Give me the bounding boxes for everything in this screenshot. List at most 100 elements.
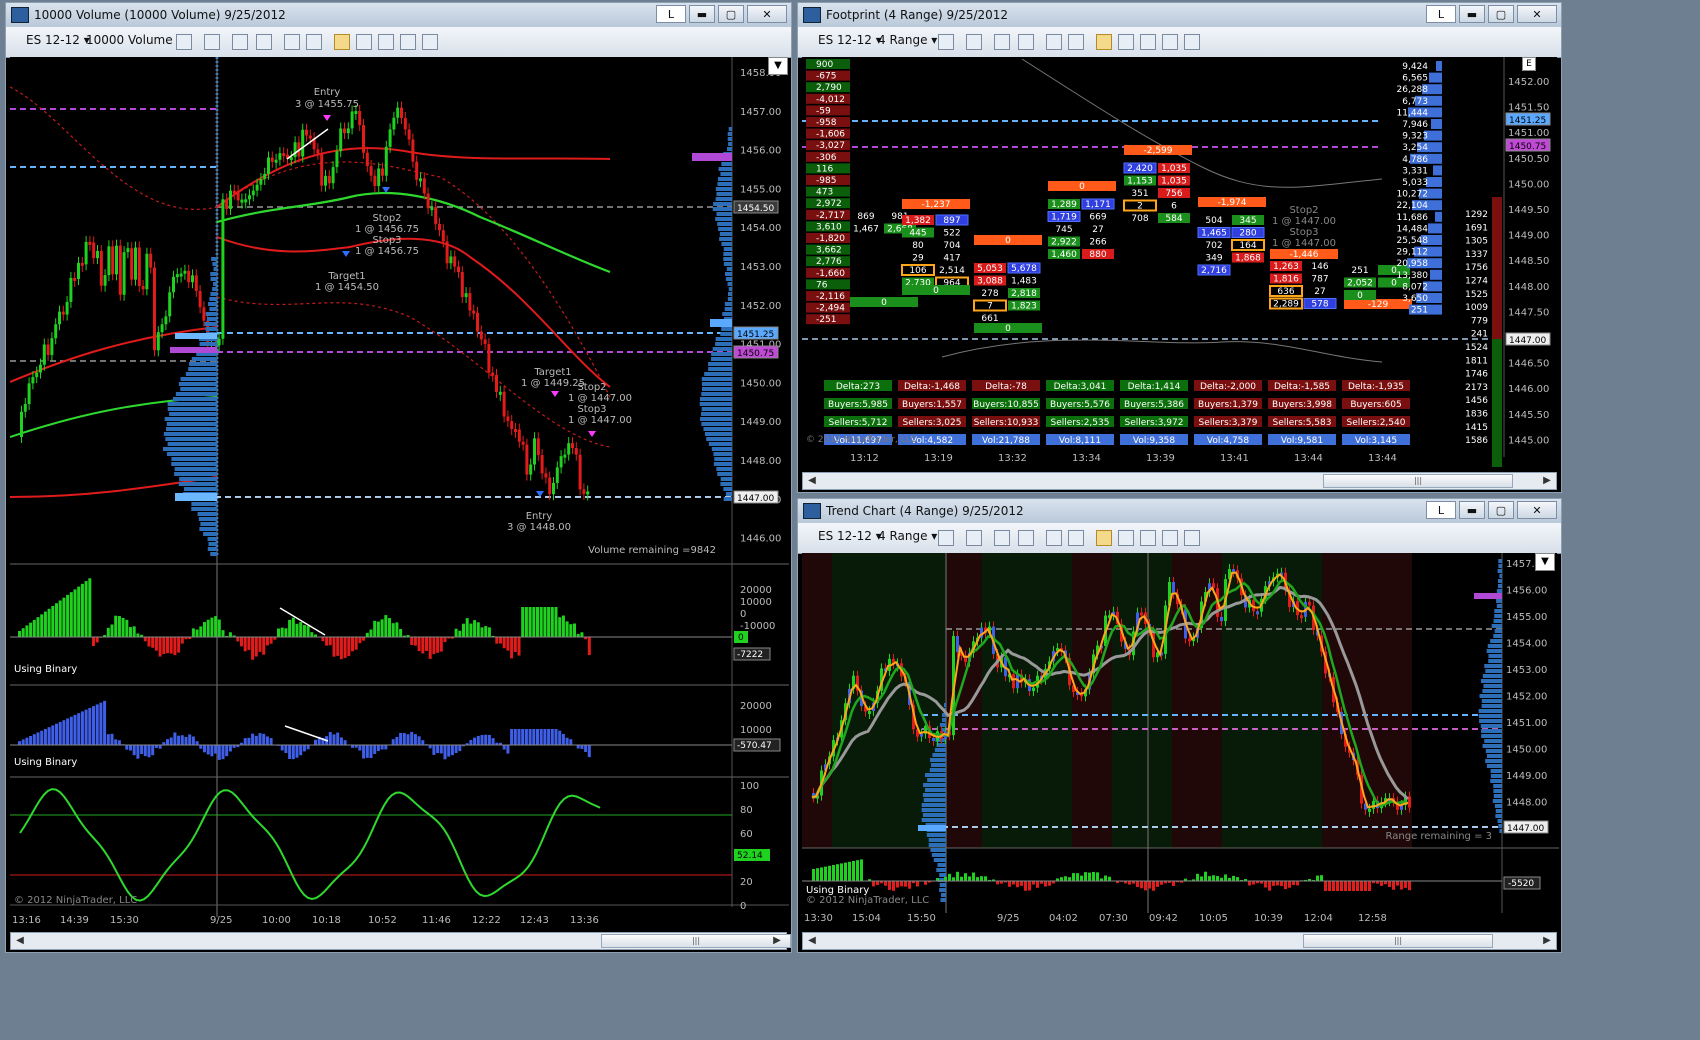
trend-zone <box>1112 553 1172 848</box>
eraser-icon[interactable] <box>1018 34 1034 50</box>
delta-bar <box>1344 881 1347 891</box>
indicator-icon[interactable] <box>334 34 350 50</box>
left-delta-value: -3,027 <box>816 141 845 151</box>
candle-body <box>305 129 308 136</box>
indicator-icon[interactable] <box>1096 34 1112 50</box>
chevron-down-icon[interactable]: ▼ <box>768 57 788 75</box>
minimize-icon[interactable]: ▬ <box>689 5 715 23</box>
pencil-icon[interactable] <box>204 34 220 50</box>
chart-trader-icon[interactable] <box>1184 530 1200 546</box>
pencil-icon[interactable] <box>966 34 982 50</box>
scroll-right-icon[interactable]: ▶ <box>770 934 784 948</box>
strategy-icon[interactable] <box>1118 34 1134 50</box>
bar-type-icon[interactable] <box>176 34 192 50</box>
scroll-right-icon[interactable]: ▶ <box>1540 474 1554 488</box>
chart-trader-icon[interactable] <box>1184 34 1200 50</box>
scroll-left-icon[interactable]: ◀ <box>805 934 819 948</box>
strategy-icon[interactable] <box>1118 530 1134 546</box>
chart-menu-icon[interactable]: E <box>1522 57 1536 71</box>
cum-delta-bar <box>295 745 299 758</box>
minimize-icon[interactable]: ▬ <box>1459 5 1485 23</box>
maximize-icon[interactable]: ▢ <box>1488 501 1514 519</box>
scroll-thumb[interactable]: ||| <box>1323 474 1513 488</box>
oscillator-line <box>19 788 601 902</box>
trend-panel[interactable]: 1457.00 1456.00 1455.00 1454.00 1453.00 1452.… <box>802 553 1559 932</box>
volume-column: 1292 1691 1305 1337 1756 1274 1525 1009 779 241 15… <box>1465 197 1502 467</box>
footprint-panel[interactable]: 900 -675 2,790 -4,012 -59 -958 -1,606 -3,027 -30… <box>802 57 1557 472</box>
candle-body <box>574 448 578 455</box>
scroll-left-icon[interactable]: ◀ <box>13 934 27 948</box>
indicator-icon[interactable] <box>1096 530 1112 546</box>
volume-chart-canvas[interactable]: Entry 3 @ 1455.75 Stop2 1 @ 1456.75 Stop… <box>9 57 789 932</box>
candle-body <box>932 738 935 742</box>
zoom-icon[interactable] <box>306 34 322 50</box>
eraser-icon[interactable] <box>1018 530 1034 546</box>
delta-bar <box>1284 881 1287 890</box>
footprint-canvas[interactable]: 900 -6752,790 -4,012-59 -958 -1,606-3,027 -30… <box>802 57 1559 472</box>
link-button[interactable]: L <box>656 5 686 23</box>
crosshair-icon[interactable] <box>1046 530 1062 546</box>
chart-properties-icon[interactable] <box>1140 530 1156 546</box>
zoom-icon[interactable] <box>1068 34 1084 50</box>
close-icon[interactable]: ✕ <box>1517 501 1557 519</box>
scroll-thumb[interactable]: ||| <box>1303 934 1493 948</box>
scroll-thumb[interactable]: ||| <box>601 934 791 948</box>
drawing-tool-icon[interactable] <box>994 530 1010 546</box>
candle-body <box>1032 687 1035 692</box>
maximize-icon[interactable]: ▢ <box>1488 5 1514 23</box>
data-box-icon[interactable] <box>1162 530 1178 546</box>
horizontal-scrollbar[interactable]: ◀ ||| ▶ <box>10 932 791 950</box>
period-selector[interactable]: 10000 Volume ▾ <box>86 33 182 47</box>
window-titlebar[interactable]: Trend Chart (4 Range) 9/25/2012 L ▬ ▢ ✕ <box>798 499 1561 523</box>
pencil-icon[interactable] <box>966 530 982 546</box>
chart-properties-icon[interactable] <box>378 34 394 50</box>
chart-trader-icon[interactable] <box>422 34 438 50</box>
data-box-icon[interactable] <box>400 34 416 50</box>
candle-body <box>498 391 502 395</box>
footprint-value: 1,035 <box>1161 164 1187 174</box>
crosshair-icon[interactable] <box>1046 34 1062 50</box>
horizontal-scrollbar[interactable]: ◀ ||| ▶ <box>802 472 1557 490</box>
eraser-icon[interactable] <box>256 34 272 50</box>
horizontal-scrollbar[interactable]: ◀ ||| ▶ <box>802 932 1557 950</box>
drawing-tool-icon[interactable] <box>994 34 1010 50</box>
delta-bar <box>554 607 558 637</box>
zoom-icon[interactable] <box>1068 530 1084 546</box>
window-titlebar[interactable]: 10000 Volume (10000 Volume) 9/25/2012 L … <box>6 3 791 27</box>
crosshair-icon[interactable] <box>284 34 300 50</box>
footprint-value: 6 <box>1171 202 1177 212</box>
period-selector[interactable]: 4 Range ▾ <box>878 529 937 543</box>
scroll-left-icon[interactable]: ◀ <box>805 474 819 488</box>
price-panel[interactable]: Entry 3 @ 1455.75 Stop2 1 @ 1456.75 Stop… <box>9 57 789 932</box>
window-titlebar[interactable]: Footprint (4 Range) 9/25/2012 L ▬ ▢ ✕ <box>798 3 1561 27</box>
chart-properties-icon[interactable] <box>1140 34 1156 50</box>
footprint-value: 869 <box>857 212 874 222</box>
link-button[interactable]: L <box>1426 501 1456 519</box>
instrument-selector[interactable]: ES 12-12 ▾ <box>26 33 90 47</box>
instrument-selector[interactable]: ES 12-12 ▾ <box>818 33 882 47</box>
delta-bar <box>129 627 132 637</box>
close-icon[interactable]: ✕ <box>1517 5 1557 23</box>
profile-bar <box>939 873 946 877</box>
link-button[interactable]: L <box>1426 5 1456 23</box>
close-icon[interactable]: ✕ <box>747 5 787 23</box>
bar-type-icon[interactable] <box>938 34 954 50</box>
instrument-selector[interactable]: ES 12-12 ▾ <box>818 529 882 543</box>
drawing-tool-icon[interactable] <box>232 34 248 50</box>
delta-bar <box>487 627 491 637</box>
trend-canvas[interactable]: 1457.001456.001455.001454.001453.001452.… <box>802 553 1559 932</box>
delta-bar <box>964 873 967 881</box>
minimize-icon[interactable]: ▬ <box>1459 501 1485 519</box>
profile-bar <box>199 527 217 531</box>
chevron-down-icon[interactable]: ▼ <box>1535 553 1555 571</box>
data-box-icon[interactable] <box>1162 34 1178 50</box>
bar-type-icon[interactable] <box>938 530 954 546</box>
candle-body <box>236 191 240 201</box>
strategy-icon[interactable] <box>356 34 372 50</box>
delta-bar <box>1044 881 1047 887</box>
maximize-icon[interactable]: ▢ <box>718 5 744 23</box>
trade-arrow-icon <box>551 391 559 397</box>
time-label: 10:00 <box>262 915 291 926</box>
scroll-right-icon[interactable]: ▶ <box>1540 934 1554 948</box>
period-selector[interactable]: 4 Range ▾ <box>878 33 937 47</box>
